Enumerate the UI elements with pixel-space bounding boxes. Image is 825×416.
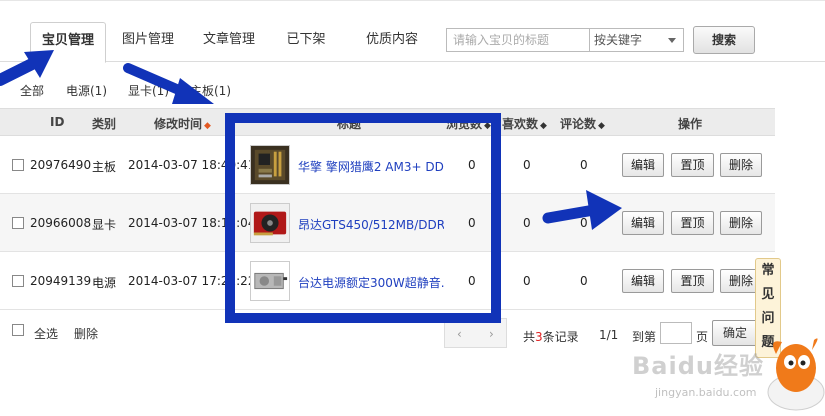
- goto-suffix: 页: [696, 330, 709, 344]
- top-tab-bar: 宝贝管理 图片管理 文章管理 已下架 优质内容 请输入宝贝的标题 按关键字 搜索: [0, 0, 825, 63]
- item-title-link[interactable]: 昂达GTS450/512MB/DDR5显卡...: [298, 216, 444, 233]
- edit-button[interactable]: 编辑: [622, 269, 664, 293]
- row-views: 0: [468, 158, 476, 172]
- header-views-label: 浏览数: [446, 117, 483, 131]
- prev-page-icon[interactable]: ‹: [457, 327, 462, 341]
- row-category: 电源: [92, 276, 117, 290]
- row-modified: 2014-03-07 18:40:41: [128, 158, 256, 172]
- row-modified: 2014-03-07 17:21:22: [128, 274, 256, 288]
- faq-char: 见: [761, 287, 775, 302]
- header-modified-label: 修改时间: [154, 117, 203, 131]
- sort-icon: ◆: [540, 121, 547, 131]
- row-views: 0: [468, 216, 476, 230]
- next-page-icon[interactable]: ›: [489, 327, 494, 341]
- header-likes-label: 喜欢数: [502, 117, 539, 131]
- pin-button[interactable]: 置顶: [671, 211, 714, 235]
- row-modified: 2014-03-07 18:15:04: [128, 216, 256, 230]
- row-id: 20949139: [30, 274, 92, 288]
- search-button[interactable]: 搜索: [693, 26, 755, 54]
- total-suffix: 条记录: [542, 330, 579, 344]
- row-checkbox[interactable]: [12, 217, 24, 229]
- header-comments[interactable]: 评论数 ◆: [560, 115, 605, 132]
- select-all-checkbox[interactable]: [12, 324, 24, 336]
- row-views: 0: [468, 274, 476, 288]
- search-input[interactable]: 请输入宝贝的标题: [446, 28, 590, 52]
- edit-button[interactable]: 编辑: [622, 153, 664, 177]
- total-count: 3: [535, 330, 543, 344]
- graphics-card-thumbnail[interactable]: [250, 203, 290, 243]
- row-category: 显卡: [92, 218, 117, 232]
- pin-button[interactable]: 置顶: [671, 153, 714, 177]
- header-views[interactable]: 浏览数 ◆: [446, 115, 491, 132]
- total-records: 共3条记录: [523, 328, 579, 345]
- header-category: 类别: [92, 117, 117, 131]
- filter-all[interactable]: 全部: [20, 82, 44, 99]
- tab-article-management[interactable]: 文章管理: [193, 22, 265, 62]
- page-indicator: 1/1: [599, 328, 619, 342]
- row-checkbox[interactable]: [12, 159, 24, 171]
- power-supply-thumbnail[interactable]: [250, 261, 290, 301]
- edit-button[interactable]: 编辑: [622, 211, 664, 235]
- table-row: 20976490 主板 2014-03-07 18:40:41 华擎 擎网猎鹰2…: [0, 136, 775, 194]
- row-likes: 0: [523, 158, 531, 172]
- pin-button[interactable]: 置顶: [671, 269, 714, 293]
- table-header: ID 类别 修改时间 ◆ 标题 浏览数 ◆ 喜欢数 ◆ 评论数 ◆ 操作: [0, 108, 775, 136]
- header-actions: 操作: [678, 117, 703, 131]
- total-prefix: 共: [523, 330, 536, 344]
- row-category: 主板: [92, 160, 117, 174]
- select-all-label[interactable]: 全选: [34, 325, 58, 342]
- item-title-link[interactable]: 台达电源额定300W超静音...: [298, 274, 444, 291]
- row-id: 20966008: [30, 216, 92, 230]
- chevron-down-icon: [668, 38, 676, 43]
- pager-arrows: ‹ ›: [444, 318, 507, 348]
- delete-button[interactable]: 删除: [720, 211, 762, 235]
- header-title: 标题: [337, 117, 362, 131]
- top-divider: [0, 0, 825, 1]
- faq-char: 问: [761, 311, 775, 326]
- search-type-value: 按关键字: [594, 33, 643, 47]
- filter-motherboard[interactable]: 主板(1): [190, 82, 231, 99]
- row-checkbox[interactable]: [12, 275, 24, 287]
- search-type-select[interactable]: 按关键字: [590, 28, 684, 52]
- tab-delisted[interactable]: 已下架: [278, 22, 334, 62]
- row-comments: 0: [580, 158, 588, 172]
- table-row: 20949139 电源 2014-03-07 17:21:22 台达电源额定30…: [0, 252, 775, 310]
- confirm-button[interactable]: 确定: [712, 320, 758, 346]
- filter-gpu[interactable]: 显卡(1): [128, 82, 169, 99]
- header-id: ID: [50, 115, 65, 129]
- sort-icon: ◆: [598, 121, 605, 131]
- header-likes[interactable]: 喜欢数 ◆: [502, 115, 547, 132]
- sort-icon: ◆: [204, 121, 211, 131]
- header-comments-label: 评论数: [560, 117, 597, 131]
- goto-prefix: 到第: [632, 330, 657, 344]
- row-comments: 0: [580, 274, 588, 288]
- table-row: 20966008 显卡 2014-03-07 18:15:04 昂达GTS450…: [0, 194, 775, 252]
- row-likes: 0: [523, 274, 531, 288]
- item-title-link[interactable]: 华擎 擎网猎鹰2 AM3+ DDR3...: [298, 158, 444, 175]
- bulk-delete-link[interactable]: 删除: [74, 325, 98, 342]
- sort-icon: ◆: [484, 121, 491, 131]
- faq-side-tab[interactable]: 常 见 问 题: [755, 258, 781, 358]
- watermark-logo: Baidu经验: [632, 352, 764, 380]
- tab-item-management[interactable]: 宝贝管理: [30, 22, 106, 63]
- row-id: 20976490: [30, 158, 92, 172]
- watermark-url: jingyan.baidu.com: [655, 386, 757, 399]
- row-comments: 0: [580, 216, 588, 230]
- tab-image-management[interactable]: 图片管理: [112, 22, 184, 62]
- delete-button[interactable]: 删除: [720, 153, 762, 177]
- filter-power[interactable]: 电源(1): [66, 82, 107, 99]
- header-modified[interactable]: 修改时间 ◆: [154, 115, 211, 132]
- motherboard-thumbnail[interactable]: [250, 145, 290, 185]
- page-number-input[interactable]: [660, 322, 692, 344]
- faq-char: 常: [761, 263, 775, 278]
- row-likes: 0: [523, 216, 531, 230]
- tab-quality-content[interactable]: 优质内容: [354, 22, 430, 62]
